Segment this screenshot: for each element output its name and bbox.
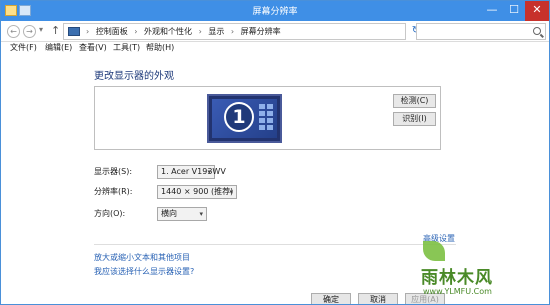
divider bbox=[94, 244, 456, 245]
control-panel-icon bbox=[68, 27, 80, 36]
resolution-select-value: 1440 × 900 (推荐) bbox=[161, 187, 234, 196]
breadcrumb-separator[interactable]: › bbox=[86, 27, 89, 36]
display-select-value: 1. Acer V193WV bbox=[161, 167, 226, 176]
menu-edit[interactable]: 编辑(E) bbox=[45, 42, 72, 54]
display-label: 显示器(S): bbox=[94, 167, 133, 176]
close-button[interactable]: ✕ bbox=[525, 1, 549, 21]
back-arrow-icon[interactable]: ← bbox=[7, 25, 20, 38]
chevron-down-icon: ▾ bbox=[199, 210, 203, 218]
chevron-down-icon: ▾ bbox=[207, 168, 211, 176]
forward-arrow-icon[interactable]: → bbox=[23, 25, 36, 38]
watermark-brand: 雨林木风 bbox=[421, 268, 493, 288]
address-bar[interactable]: › 控制面板 › 外观和个性化 › 显示 › 屏幕分辨率 ▾ bbox=[63, 23, 460, 40]
leaf-logo-icon bbox=[423, 241, 445, 261]
breadcrumb-appearance[interactable]: 外观和个性化 bbox=[144, 27, 192, 36]
monitor-number-badge: 1 bbox=[224, 102, 254, 132]
watermark-url: www.YLMFU.Com bbox=[423, 287, 492, 296]
display-select[interactable]: 1. Acer V193WV ▾ bbox=[157, 165, 226, 179]
menu-tools[interactable]: 工具(T) bbox=[113, 42, 140, 54]
window-title: 屏幕分辨率 bbox=[252, 7, 298, 17]
search-input[interactable] bbox=[416, 23, 546, 40]
navigation-bar: ← → ▾ ↑ › 控制面板 › 外观和个性化 › 显示 › 屏幕分辨率 ▾ ↻ bbox=[1, 21, 549, 42]
chevron-down-icon: ▾ bbox=[229, 188, 233, 196]
search-icon[interactable] bbox=[533, 27, 541, 35]
up-arrow-icon[interactable]: ↑ bbox=[51, 24, 60, 37]
page-title: 更改显示器的外观 bbox=[94, 71, 174, 82]
breadcrumb-separator[interactable]: › bbox=[134, 27, 137, 36]
breadcrumb-separator[interactable]: › bbox=[231, 27, 234, 36]
menu-view[interactable]: 查看(V) bbox=[79, 42, 107, 54]
resolution-select[interactable]: 1440 × 900 (推荐) ▾ bbox=[157, 185, 237, 199]
breadcrumb-separator[interactable]: › bbox=[199, 27, 202, 36]
start-tiles-icon bbox=[259, 104, 275, 132]
maximize-button[interactable]: ☐ bbox=[503, 1, 525, 21]
monitor-screen: 1 bbox=[212, 99, 277, 138]
cancel-button[interactable]: 取消 bbox=[358, 293, 398, 304]
text-size-link[interactable]: 放大或缩小文本和其他项目 bbox=[94, 252, 190, 263]
menu-bar: 文件(F) 编辑(E) 查看(V) 工具(T) 帮助(H) bbox=[1, 42, 549, 55]
breadcrumb-control-panel[interactable]: 控制面板 bbox=[96, 27, 128, 36]
screen-resolution-window: 屏幕分辨率 — ☐ ✕ ← → ▾ ↑ › 控制面板 › 外观和个性化 › 显示… bbox=[0, 0, 550, 305]
breadcrumb: › 控制面板 › 外观和个性化 › 显示 › 屏幕分辨率 bbox=[86, 24, 285, 39]
title-bar[interactable]: 屏幕分辨率 — ☐ ✕ bbox=[1, 1, 549, 21]
identify-button[interactable]: 识别(I) bbox=[393, 112, 436, 126]
detect-button[interactable]: 检测(C) bbox=[393, 94, 436, 108]
breadcrumb-screen-resolution[interactable]: 屏幕分辨率 bbox=[241, 27, 281, 36]
breadcrumb-display[interactable]: 显示 bbox=[208, 27, 224, 36]
menu-file[interactable]: 文件(F) bbox=[10, 42, 37, 54]
orientation-select-value: 横向 bbox=[161, 209, 177, 218]
monitor-1-tile[interactable]: 1 bbox=[207, 94, 282, 143]
orientation-label: 方向(O): bbox=[94, 209, 126, 218]
display-preview-panel: 1 检测(C) 识别(I) bbox=[94, 86, 441, 150]
ok-button[interactable]: 确定 bbox=[311, 293, 351, 304]
menu-help[interactable]: 帮助(H) bbox=[146, 42, 174, 54]
orientation-select[interactable]: 横向 ▾ bbox=[157, 207, 207, 221]
recent-locations-icon[interactable]: ▾ bbox=[39, 25, 43, 34]
minimize-button[interactable]: — bbox=[481, 1, 503, 21]
display-settings-help-link[interactable]: 我应该选择什么显示器设置? bbox=[94, 266, 194, 277]
watermark: 雨林木风 www.YLMFU.Com bbox=[419, 239, 549, 304]
resolution-label: 分辨率(R): bbox=[94, 187, 133, 196]
